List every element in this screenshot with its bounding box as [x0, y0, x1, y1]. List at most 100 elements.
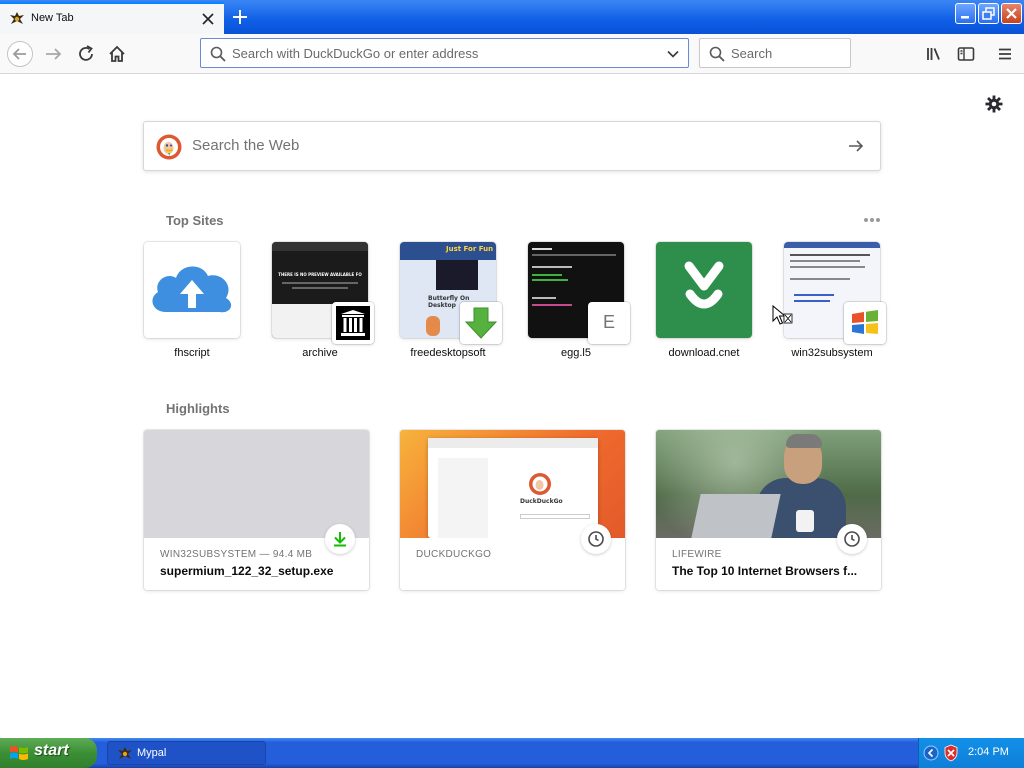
more-options-icon[interactable]: [862, 214, 882, 226]
photo-mug: [796, 510, 814, 532]
thumbnail-line: [532, 274, 562, 276]
highlight-badge: [325, 524, 355, 554]
thumbnail-banner: Just For Fun: [446, 245, 494, 253]
thumbnail-header: [784, 242, 880, 248]
thumbnail-line: [790, 260, 860, 262]
thumbnail-line: [532, 297, 556, 299]
search-bar[interactable]: Search: [699, 38, 851, 68]
top-site-label: egg.l5: [561, 347, 591, 359]
search-icon: [210, 46, 226, 62]
duckduckgo-logo-icon: [529, 473, 551, 495]
highlight-source: LIFEWIRE: [672, 549, 722, 560]
taskbar-item-mypal[interactable]: Mypal: [107, 741, 266, 765]
thumbnail-notice: THERE IS NO PREVIEW AVAILABLE FO: [278, 272, 362, 277]
close-icon: [1006, 8, 1017, 19]
egg-site-icon: E: [588, 302, 630, 344]
download-arrow-icon: [464, 307, 498, 339]
thumbnail-figure: [426, 316, 440, 336]
reload-icon[interactable]: [74, 42, 98, 66]
duckduckgo-logo-icon: [156, 134, 182, 160]
screenshot-brand: DuckDuckGo: [520, 498, 563, 505]
back-icon[interactable]: [6, 40, 34, 68]
top-site-label: download.cnet: [668, 347, 740, 359]
highlight-badge: [837, 524, 867, 554]
show-hidden-icons-icon[interactable]: [923, 745, 939, 761]
thumbnail-line: [532, 248, 552, 250]
start-label: start: [34, 742, 69, 759]
top-site-thumbnail[interactable]: [144, 242, 240, 338]
highlight-title: The Top 10 Internet Browsers f...: [672, 564, 858, 578]
window-close-button[interactable]: [1001, 3, 1022, 24]
mypal-icon: [118, 747, 132, 759]
top-site-label: archive: [302, 347, 338, 359]
web-search-box[interactable]: Search the Web: [143, 121, 881, 171]
highlight-title: supermium_122_32_setup.exe: [160, 564, 334, 578]
site-letter-icon: E: [602, 312, 615, 332]
minimize-icon: [961, 16, 969, 19]
highlight-card[interactable]: LIFEWIRE The Top 10 Internet Browsers f.…: [656, 430, 881, 590]
freedesktop-site-icon: [460, 302, 502, 344]
home-icon[interactable]: [105, 42, 129, 66]
gear-icon[interactable]: [984, 94, 1004, 114]
close-tab-icon[interactable]: [199, 10, 217, 28]
search-icon: [709, 46, 725, 62]
thumbnail-line: [532, 279, 568, 281]
thumbnail-line: [532, 304, 572, 306]
clock-icon: [588, 531, 604, 547]
new-tab-button[interactable]: [229, 6, 251, 28]
thumbnail-line: [292, 287, 348, 289]
thumbnail-line: [282, 282, 358, 284]
clock-icon: [844, 531, 860, 547]
taskbar-item-label: Mypal: [137, 747, 167, 759]
chevron-down-icon[interactable]: [666, 47, 680, 61]
sidebar-icon[interactable]: [954, 42, 978, 66]
top-site-label: win32subsystem: [791, 347, 873, 359]
minimize-button[interactable]: [955, 3, 976, 24]
address-input[interactable]: Search with DuckDuckGo or enter address: [232, 46, 478, 61]
thumbnail-line: [790, 254, 870, 256]
navigation-toolbar: Search with DuckDuckGo or enter address …: [0, 34, 1024, 74]
highlight-card[interactable]: DuckDuckGo DUCKDUCKGO: [400, 430, 625, 590]
screenshot-window: DuckDuckGo: [428, 438, 598, 538]
highlight-badge: [581, 524, 611, 554]
highlights-heading: Highlights: [166, 401, 230, 416]
highlight-image: [656, 430, 881, 538]
security-shield-icon[interactable]: [943, 744, 959, 762]
search-input[interactable]: Search: [731, 46, 772, 61]
windows-logo-icon: [852, 310, 878, 334]
highlight-card[interactable]: WIN32SUBSYSTEM — 94.4 MB supermium_122_3…: [144, 430, 369, 590]
start-button[interactable]: start: [0, 738, 97, 768]
download-icon: [334, 532, 346, 547]
top-site-label: fhscript: [174, 347, 210, 359]
system-tray: 2:04 PM: [918, 738, 1024, 768]
library-icon[interactable]: [922, 42, 946, 66]
download-chevron-icon: [684, 261, 724, 309]
top-site-thumbnail[interactable]: [656, 242, 752, 338]
top-site-label: freedesktopsoft: [410, 347, 486, 359]
top-sites-heading: Top Sites: [166, 213, 224, 228]
archive-logo-icon: [336, 306, 370, 340]
forward-icon[interactable]: [42, 42, 66, 66]
thumbnail-line: [794, 300, 830, 302]
restore-icon: [982, 7, 995, 20]
photo-laptop: [691, 494, 781, 538]
address-bar[interactable]: Search with DuckDuckGo or enter address: [200, 38, 689, 68]
taskbar: start Mypal 2:04 PM: [0, 738, 1024, 768]
menu-icon[interactable]: [993, 42, 1017, 66]
tab-new-tab[interactable]: New Tab: [0, 2, 224, 34]
clock: 2:04 PM: [968, 746, 1009, 758]
mouse-cursor-icon: [772, 304, 793, 325]
highlight-source: DUCKDUCKGO: [416, 549, 492, 560]
screenshot-sidebar: [438, 458, 488, 538]
web-search-input[interactable]: Search the Web: [192, 137, 299, 154]
thumbnail-line: [794, 294, 834, 296]
thumbnail-image: [436, 260, 478, 290]
screenshot-toolbar: [428, 438, 598, 448]
restore-button[interactable]: [978, 3, 999, 24]
highlight-image: DuckDuckGo: [400, 430, 625, 538]
win32subsystem-site-icon: [844, 302, 886, 344]
arrow-right-icon[interactable]: [846, 136, 866, 156]
thumbnail-line: [532, 266, 572, 268]
highlight-source: WIN32SUBSYSTEM — 94.4 MB: [160, 549, 313, 560]
thumbnail-line: [790, 266, 865, 268]
